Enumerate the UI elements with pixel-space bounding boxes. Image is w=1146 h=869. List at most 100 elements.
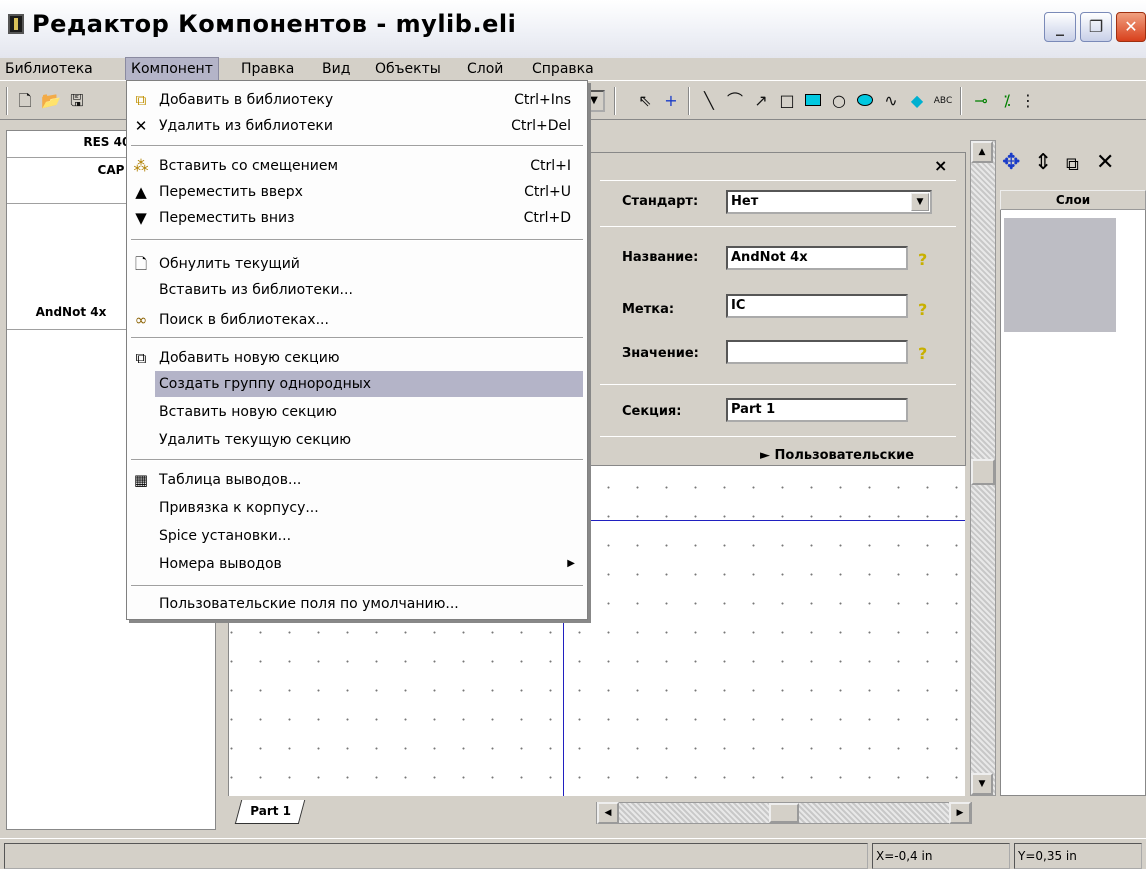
delete-x-icon: ✕ xyxy=(134,117,148,135)
panel-divider xyxy=(600,436,956,437)
triangle-up-icon: ▲ xyxy=(135,183,147,201)
app-chip-icon xyxy=(8,14,24,34)
menu-item-add-section[interactable]: ⧉ Добавить новую секцию xyxy=(127,345,587,371)
triangle-down-icon: ▼ xyxy=(135,209,147,227)
menu-item-delete-from-library[interactable]: ✕ Удалить из библиотеки Ctrl+Del xyxy=(127,113,587,139)
menu-item-search-libraries[interactable]: ∞ Поиск в библиотеках... xyxy=(127,307,587,333)
menu-view[interactable]: Вид xyxy=(317,58,355,80)
panel-divider xyxy=(600,180,956,181)
menu-item-spice-settings[interactable]: Spice установки... xyxy=(127,523,587,549)
layers-header: Слои xyxy=(1000,190,1146,210)
toolbar-separator xyxy=(960,87,962,115)
menu-item-insert-section[interactable]: Вставить новую секцию xyxy=(127,399,587,425)
menu-item-delete-section[interactable]: Удалить текущую секцию xyxy=(127,427,587,453)
properties-close-icon[interactable]: × xyxy=(934,156,952,175)
pin-tool-icon[interactable]: ⊸ xyxy=(970,89,992,113)
line-tool-icon[interactable]: ╲ xyxy=(698,89,720,113)
menu-item-default-custom-fields[interactable]: Пользовательские поля по умолчанию... xyxy=(127,591,587,617)
save-icon[interactable]: 🖫 xyxy=(66,89,88,113)
menu-item-reset-current[interactable]: 🗋 Обнулить текущий xyxy=(127,251,587,277)
scroll-left-button[interactable]: ◀ xyxy=(597,802,619,824)
multi-pin-tool-icon[interactable]: ⁒ xyxy=(996,89,1018,113)
menu-item-insert-from-library[interactable]: Вставить из библиотеки... xyxy=(127,277,587,303)
menu-separator xyxy=(131,239,583,241)
pin-table-icon: ▦ xyxy=(133,471,149,489)
tag-field[interactable]: IC xyxy=(726,294,908,318)
menu-item-add-to-library[interactable]: ⧉ Добавить в библиотеку Ctrl+Ins xyxy=(127,87,587,113)
menu-library[interactable]: Библиотека xyxy=(0,58,98,80)
status-x: X=-0,4 in xyxy=(872,843,1010,869)
add-section-icon: ⧉ xyxy=(135,349,147,367)
vertical-scrollbar[interactable]: ▲ ▼ xyxy=(970,140,996,796)
value-field[interactable] xyxy=(726,340,908,364)
horizontal-scroll-thumb[interactable] xyxy=(769,803,799,823)
insert-offset-icon: ⁂ xyxy=(133,157,149,175)
ellipse-tool-icon[interactable]: ○ xyxy=(828,89,850,113)
custom-fields-toggle[interactable]: ► Пользовательские xyxy=(760,448,914,463)
restore-button[interactable]: ❐ xyxy=(1080,12,1112,42)
window-title: Редактор Компонентов - mylib.eli xyxy=(32,10,517,38)
menu-item-package-binding[interactable]: Привязка к корпусу... xyxy=(127,495,587,521)
open-folder-icon[interactable]: 📂 xyxy=(40,89,62,113)
status-y: Y=0,35 in xyxy=(1014,843,1142,869)
vertical-scroll-thumb[interactable] xyxy=(971,459,995,485)
menu-item-move-up[interactable]: ▲ Переместить вверх Ctrl+U xyxy=(127,179,587,205)
move-icon[interactable]: ✥ xyxy=(1002,150,1020,175)
name-label: Название: xyxy=(622,250,699,265)
menu-layer[interactable]: Слой xyxy=(462,58,508,80)
help-key-icon[interactable]: ? xyxy=(918,300,934,320)
menu-item-create-group[interactable]: Создать группу однородных xyxy=(155,371,583,397)
close-button[interactable]: ✕ xyxy=(1116,12,1146,42)
menu-edit[interactable]: Правка xyxy=(236,58,299,80)
value-label: Значение: xyxy=(622,346,699,361)
rectangle-tool-icon[interactable]: □ xyxy=(776,89,798,113)
layer-props-icon[interactable]: ⧉ xyxy=(1066,154,1079,175)
filled-ellipse-tool-icon[interactable] xyxy=(854,89,876,113)
section-field[interactable]: Part 1 xyxy=(726,398,908,422)
tab-part[interactable]: Part 1 xyxy=(234,800,306,824)
panel-divider xyxy=(600,384,956,385)
menu-item-pin-table[interactable]: ▦ Таблица выводов... xyxy=(127,467,587,493)
toolbar-grip xyxy=(6,87,8,115)
status-message xyxy=(4,843,868,869)
toolbar-separator xyxy=(688,87,690,115)
pointer-tool-icon[interactable]: ⇖ xyxy=(634,89,656,113)
menu-help[interactable]: Справка xyxy=(527,58,599,80)
filled-rectangle-tool-icon[interactable] xyxy=(802,89,824,113)
standard-select[interactable]: Нет ▼ xyxy=(726,190,932,214)
menu-item-pin-numbers[interactable]: Номера выводов ▶ xyxy=(127,551,587,577)
crosshair-tool-icon[interactable]: + xyxy=(660,89,682,113)
toolbar-more-icon[interactable]: ⋮ xyxy=(1020,89,1036,113)
menu-separator xyxy=(131,585,583,587)
layers-list[interactable] xyxy=(1004,218,1116,332)
scroll-right-button[interactable]: ▶ xyxy=(949,802,971,824)
arc-tool-icon[interactable]: ⌒ xyxy=(724,89,746,113)
new-file-icon[interactable]: 🗋 xyxy=(14,89,36,113)
name-field[interactable]: AndNot 4x xyxy=(726,246,908,270)
minimize-button[interactable]: _ xyxy=(1044,12,1076,42)
scroll-down-button[interactable]: ▼ xyxy=(971,773,993,795)
help-key-icon[interactable]: ? xyxy=(918,344,934,364)
toolbar-separator xyxy=(614,87,616,115)
title-bar: Редактор Компонентов - mylib.eli _ ❐ ✕ xyxy=(0,0,1146,58)
arrow-tool-icon[interactable]: ↗ xyxy=(750,89,772,113)
menu-item-insert-offset[interactable]: ⁂ Вставить со смещением Ctrl+I xyxy=(127,153,587,179)
polyline-tool-icon[interactable]: ∿ xyxy=(880,89,902,113)
menu-separator xyxy=(131,459,583,461)
menu-objects[interactable]: Объекты xyxy=(370,58,446,80)
polygon-tool-icon[interactable]: ◆ xyxy=(906,89,928,113)
horizontal-scrollbar[interactable]: ◀ ▶ xyxy=(596,802,972,824)
scroll-up-button[interactable]: ▲ xyxy=(971,141,993,163)
delete-layer-icon[interactable]: ✕ xyxy=(1096,150,1114,175)
submenu-arrow-icon: ▶ xyxy=(567,558,575,569)
text-tool-icon[interactable]: ABC xyxy=(930,89,956,113)
tab-part-label: Part 1 xyxy=(249,804,291,818)
standard-value: Нет xyxy=(731,194,759,209)
help-key-icon[interactable]: ? xyxy=(918,250,934,270)
up-down-icon[interactable]: ⇕ xyxy=(1034,150,1052,175)
menu-item-move-down[interactable]: ▼ Переместить вниз Ctrl+D xyxy=(127,205,587,231)
menu-component[interactable]: Компонент xyxy=(125,57,219,81)
chevron-down-icon[interactable]: ▼ xyxy=(911,193,929,211)
section-label: Секция: xyxy=(622,404,682,419)
menu-separator xyxy=(131,145,583,147)
